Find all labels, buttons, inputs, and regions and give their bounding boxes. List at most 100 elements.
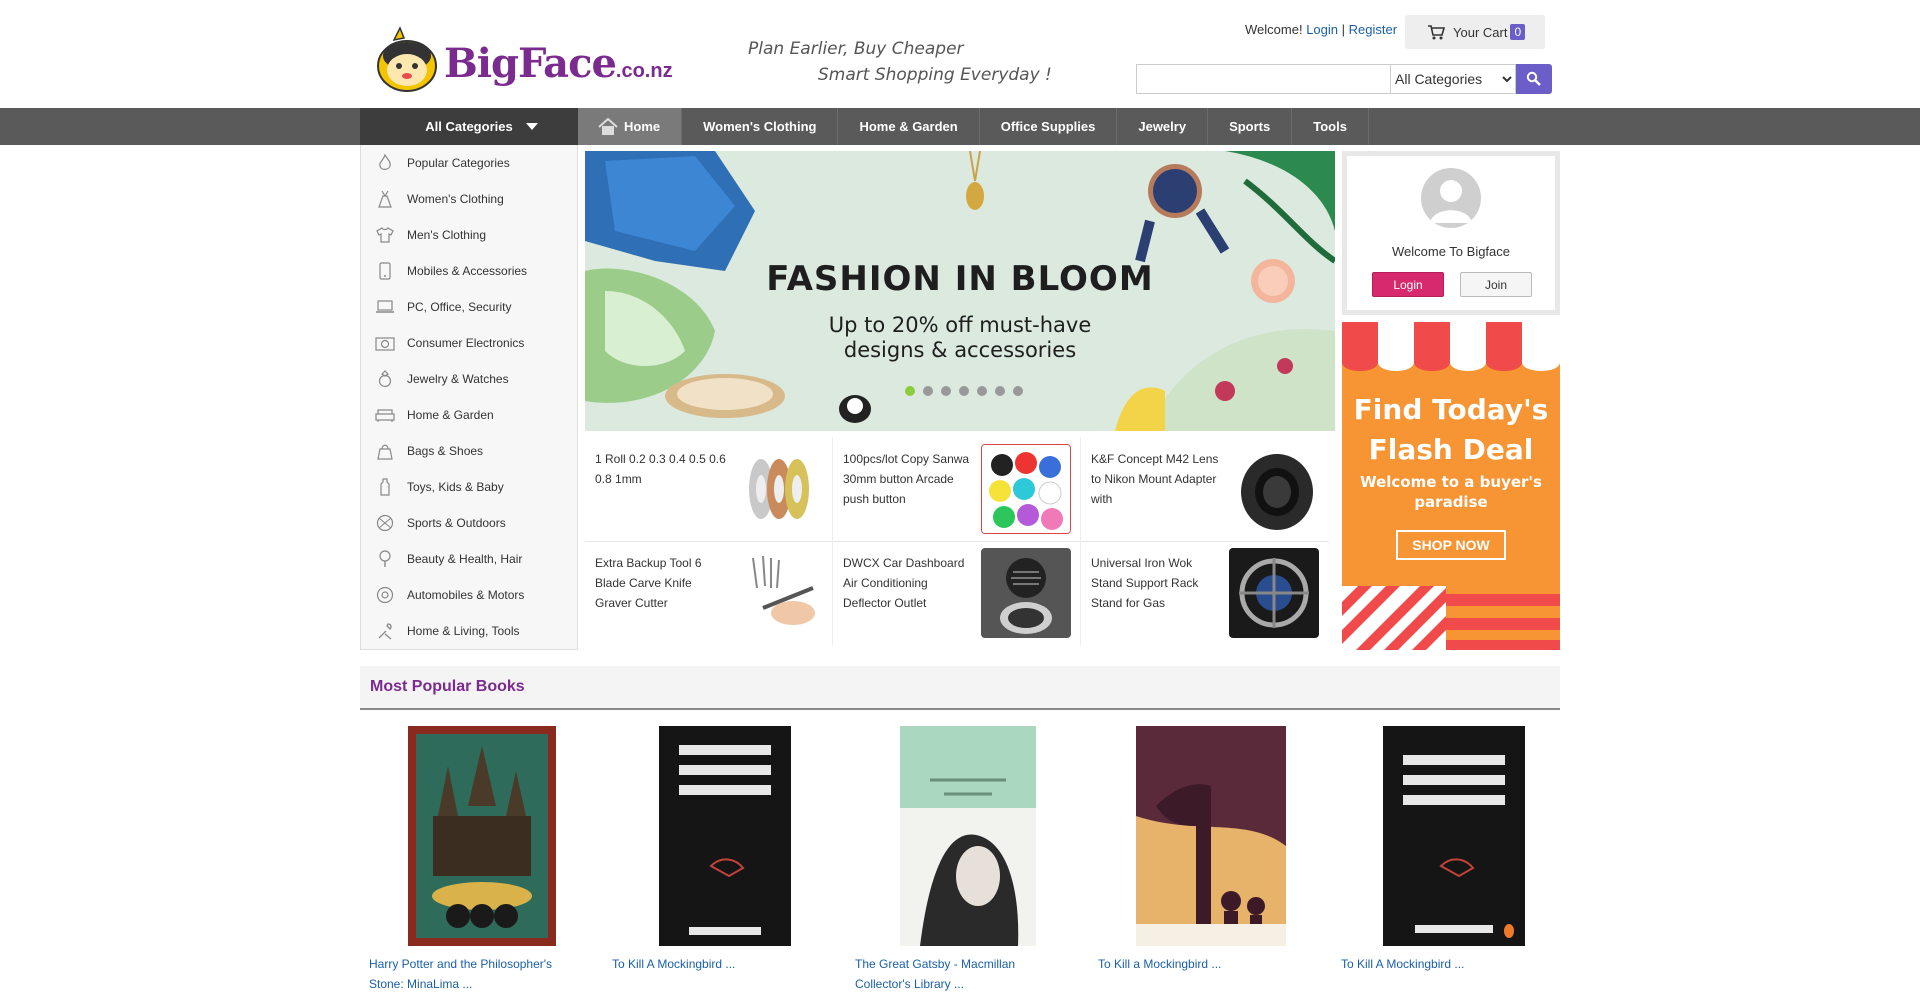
search-category-select[interactable]: All Categories bbox=[1390, 64, 1516, 94]
product-image[interactable] bbox=[733, 444, 823, 534]
bottle-icon bbox=[375, 477, 395, 497]
carousel-dot[interactable] bbox=[1013, 386, 1023, 396]
product-title[interactable]: DWCX Car Dashboard Air Conditioning Defl… bbox=[843, 553, 978, 613]
register-link[interactable]: Register bbox=[1349, 22, 1397, 37]
book-title[interactable]: Harry Potter and the Philosopher's Stone… bbox=[369, 954, 569, 994]
site-logo[interactable]: BigFace.co.nz bbox=[374, 20, 673, 94]
all-categories-toggle[interactable]: All Categories bbox=[360, 108, 578, 145]
sidebar-item-home-garden[interactable]: Home & Garden bbox=[361, 397, 577, 433]
product-card[interactable]: K&F Concept M42 Lens to Nikon Mount Adap… bbox=[1081, 437, 1329, 541]
nav-office-supplies[interactable]: Office Supplies bbox=[980, 108, 1118, 145]
sidebar-item-toys-kids[interactable]: Toys, Kids & Baby bbox=[361, 469, 577, 505]
sidebar-item-mens-clothing[interactable]: Men's Clothing bbox=[361, 217, 577, 253]
product-card[interactable]: 1 Roll 0.2 0.3 0.4 0.5 0.6 0.8 1mm bbox=[585, 437, 833, 541]
nav-sports[interactable]: Sports bbox=[1208, 108, 1293, 145]
join-button[interactable]: Join bbox=[1460, 272, 1532, 297]
login-button[interactable]: Login bbox=[1372, 272, 1444, 297]
product-image[interactable] bbox=[1229, 548, 1319, 638]
shop-now-button[interactable]: SHOP NOW bbox=[1396, 530, 1506, 560]
hero-banner[interactable]: FASHION IN BLOOM Up to 20% off must-have… bbox=[585, 151, 1335, 431]
wheel-icon bbox=[375, 585, 395, 605]
product-image[interactable] bbox=[1229, 444, 1319, 534]
all-categories-label: All Categories bbox=[425, 119, 513, 134]
product-image[interactable] bbox=[981, 444, 1071, 534]
login-link[interactable]: Login bbox=[1306, 22, 1338, 37]
book-card[interactable]: To Kill A Mockingbird ... bbox=[603, 726, 846, 971]
main-nav: All Categories Home Women's Clothing Hom… bbox=[360, 108, 1369, 145]
carousel-dot[interactable] bbox=[941, 386, 951, 396]
product-title[interactable]: 1 Roll 0.2 0.3 0.4 0.5 0.6 0.8 1mm bbox=[595, 449, 730, 489]
product-card[interactable]: 100pcs/lot Copy Sanwa 30mm button Arcade… bbox=[833, 437, 1081, 541]
nav-home-garden[interactable]: Home & Garden bbox=[838, 108, 980, 145]
product-title[interactable]: K&F Concept M42 Lens to Nikon Mount Adap… bbox=[1091, 449, 1226, 509]
sidebar-item-mobiles[interactable]: Mobiles & Accessories bbox=[361, 253, 577, 289]
product-title[interactable]: 100pcs/lot Copy Sanwa 30mm button Arcade… bbox=[843, 449, 978, 509]
sidebar-item-label: Popular Categories bbox=[407, 156, 510, 170]
banner-subtext: Up to 20% off must-have designs & access… bbox=[585, 313, 1335, 363]
nav-home-label: Home bbox=[624, 119, 661, 134]
book-cover[interactable] bbox=[407, 726, 556, 946]
book-card[interactable]: The Great Gatsby - Macmillan Collector's… bbox=[846, 726, 1089, 991]
slogan-line-2: Smart Shopping Everyday ! bbox=[818, 65, 1052, 85]
nav-home[interactable]: Home bbox=[578, 108, 683, 145]
book-card[interactable]: To Kill a Mockingbird ... bbox=[1089, 726, 1332, 971]
book-cover[interactable] bbox=[899, 726, 1036, 946]
mirror-icon bbox=[375, 549, 395, 569]
sidebar-item-sports-outdoors[interactable]: Sports & Outdoors bbox=[361, 505, 577, 541]
book-title[interactable]: To Kill a Mockingbird ... bbox=[1098, 954, 1298, 974]
product-card[interactable]: Extra Backup Tool 6 Blade Carve Knife Gr… bbox=[585, 541, 833, 645]
avatar bbox=[1421, 168, 1481, 228]
product-card[interactable]: Universal Iron Wok Stand Support Rack St… bbox=[1081, 541, 1329, 645]
nav-tools[interactable]: Tools bbox=[1292, 108, 1369, 145]
product-image[interactable] bbox=[981, 548, 1071, 638]
book-cover[interactable] bbox=[1135, 726, 1286, 946]
welcome-box-text: Welcome To Bigface bbox=[1391, 244, 1511, 259]
book-card[interactable]: To Kill A Mockingbird ... bbox=[1332, 726, 1575, 971]
carousel-dots bbox=[905, 386, 1023, 396]
product-image[interactable] bbox=[733, 548, 823, 638]
flash-deal-banner[interactable]: Find Today's Flash Deal Welcome to a buy… bbox=[1342, 322, 1560, 650]
book-title[interactable]: To Kill A Mockingbird ... bbox=[612, 954, 812, 974]
carousel-dot[interactable] bbox=[923, 386, 933, 396]
cart-button[interactable]: Your Cart 0 bbox=[1405, 15, 1545, 49]
sidebar-item-beauty-health[interactable]: Beauty & Health, Hair bbox=[361, 541, 577, 577]
harry-potter-cover bbox=[407, 726, 556, 946]
slogan-line-1: Plan Earlier, Buy Cheaper bbox=[748, 39, 964, 59]
carousel-dot[interactable] bbox=[905, 386, 915, 396]
search-button[interactable] bbox=[1516, 64, 1552, 94]
product-card[interactable]: DWCX Car Dashboard Air Conditioning Defl… bbox=[833, 541, 1081, 645]
sidebar-item-label: PC, Office, Security bbox=[407, 300, 512, 314]
home-icon bbox=[598, 117, 618, 135]
welcome-text: Welcome! bbox=[1245, 22, 1303, 37]
sidebar-item-popular[interactable]: Popular Categories bbox=[361, 145, 577, 181]
sidebar-item-jewelry[interactable]: Jewelry & Watches bbox=[361, 361, 577, 397]
book-card[interactable]: Harry Potter and the Philosopher's Stone… bbox=[360, 726, 603, 991]
sofa-icon bbox=[375, 405, 395, 425]
book-cover[interactable] bbox=[1382, 726, 1525, 946]
book-cover[interactable] bbox=[658, 726, 791, 946]
book-title[interactable]: The Great Gatsby - Macmillan Collector's… bbox=[855, 954, 1055, 994]
sidebar-item-home-living-tools[interactable]: Home & Living, Tools bbox=[361, 613, 577, 649]
sidebar-item-consumer-electronics[interactable]: Consumer Electronics bbox=[361, 325, 577, 361]
welcome-links: Welcome! Login | Register bbox=[1245, 22, 1397, 37]
nav-womens-clothing[interactable]: Women's Clothing bbox=[682, 108, 839, 145]
sidebar-item-automobiles[interactable]: Automobiles & Motors bbox=[361, 577, 577, 613]
carousel-dot[interactable] bbox=[959, 386, 969, 396]
ball-icon bbox=[375, 513, 395, 533]
sidebar-item-label: Women's Clothing bbox=[407, 192, 504, 206]
search-input[interactable] bbox=[1136, 64, 1390, 94]
sidebar-item-label: Men's Clothing bbox=[407, 228, 486, 242]
book-title[interactable]: To Kill A Mockingbird ... bbox=[1341, 954, 1541, 974]
phone-icon bbox=[375, 261, 395, 281]
carousel-dot[interactable] bbox=[977, 386, 987, 396]
nav-jewelry[interactable]: Jewelry bbox=[1117, 108, 1209, 145]
site-header: BigFace.co.nz Plan Earlier, Buy Cheaper … bbox=[360, 0, 1560, 108]
carousel-dot[interactable] bbox=[995, 386, 1005, 396]
sidebar-item-womens-clothing[interactable]: Women's Clothing bbox=[361, 181, 577, 217]
product-title[interactable]: Universal Iron Wok Stand Support Rack St… bbox=[1091, 553, 1226, 613]
sidebar-item-pc-office[interactable]: PC, Office, Security bbox=[361, 289, 577, 325]
laptop-icon bbox=[375, 297, 395, 317]
sidebar-item-bags-shoes[interactable]: Bags & Shoes bbox=[361, 433, 577, 469]
banner-headline: FASHION IN BLOOM bbox=[766, 259, 1154, 299]
product-title[interactable]: Extra Backup Tool 6 Blade Carve Knife Gr… bbox=[595, 553, 730, 613]
